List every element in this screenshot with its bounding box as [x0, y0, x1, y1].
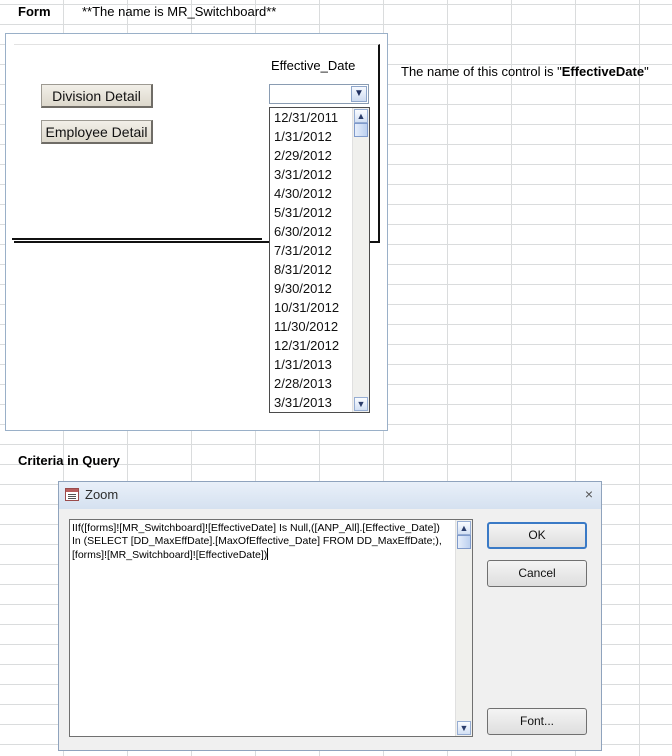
cancel-button[interactable]: Cancel	[487, 560, 587, 587]
expression-text: IIf([forms]![MR_Switchboard]![EffectiveD…	[72, 522, 443, 561]
chevron-down-icon[interactable]: ▼	[351, 86, 367, 102]
control-note-suffix: "	[644, 64, 649, 79]
criteria-label: Criteria in Query	[18, 453, 120, 468]
form-label: Form	[18, 4, 51, 19]
scroll-thumb[interactable]	[457, 535, 471, 549]
dialog-title: Zoom	[85, 487, 119, 502]
employee-detail-button[interactable]: Employee Detail	[41, 120, 153, 144]
scroll-thumb[interactable]	[354, 123, 368, 137]
control-name-note: The name of this control is "EffectiveDa…	[401, 64, 649, 79]
scroll-up-icon[interactable]: ▲	[457, 521, 471, 535]
zoom-dialog: Zoom × IIf([forms]![MR_Switchboard]![Eff…	[58, 481, 602, 751]
effective-date-label: Effective_Date	[271, 58, 356, 73]
scroll-down-icon[interactable]: ▼	[457, 721, 471, 735]
font-button[interactable]: Font...	[487, 708, 587, 735]
ok-button[interactable]: OK	[487, 522, 587, 549]
form-name-note: **The name is MR_Switchboard**	[82, 4, 277, 19]
dialog-title-bar[interactable]: Zoom ×	[59, 482, 601, 509]
control-note-name: EffectiveDate	[561, 64, 645, 79]
effective-date-combo[interactable]: ▼	[269, 84, 369, 104]
text-caret	[267, 548, 269, 560]
date-dropdown-list[interactable]: 12/31/2011 1/31/2012 2/29/2012 3/31/2012 4/3…	[269, 107, 370, 413]
close-icon[interactable]: ×	[585, 486, 593, 502]
form-icon	[65, 488, 79, 501]
scroll-down-icon[interactable]: ▼	[354, 397, 368, 411]
division-detail-button[interactable]: Division Detail	[41, 84, 153, 108]
expression-textbox[interactable]: IIf([forms]![MR_Switchboard]![EffectiveD…	[69, 519, 473, 737]
control-note-prefix: The name of this control is "	[401, 64, 562, 79]
dropdown-scrollbar[interactable]: ▲ ▼	[352, 108, 369, 412]
form-section-divider	[12, 238, 262, 240]
expression-scrollbar[interactable]: ▲ ▼	[455, 520, 472, 736]
scroll-up-icon[interactable]: ▲	[354, 109, 368, 123]
